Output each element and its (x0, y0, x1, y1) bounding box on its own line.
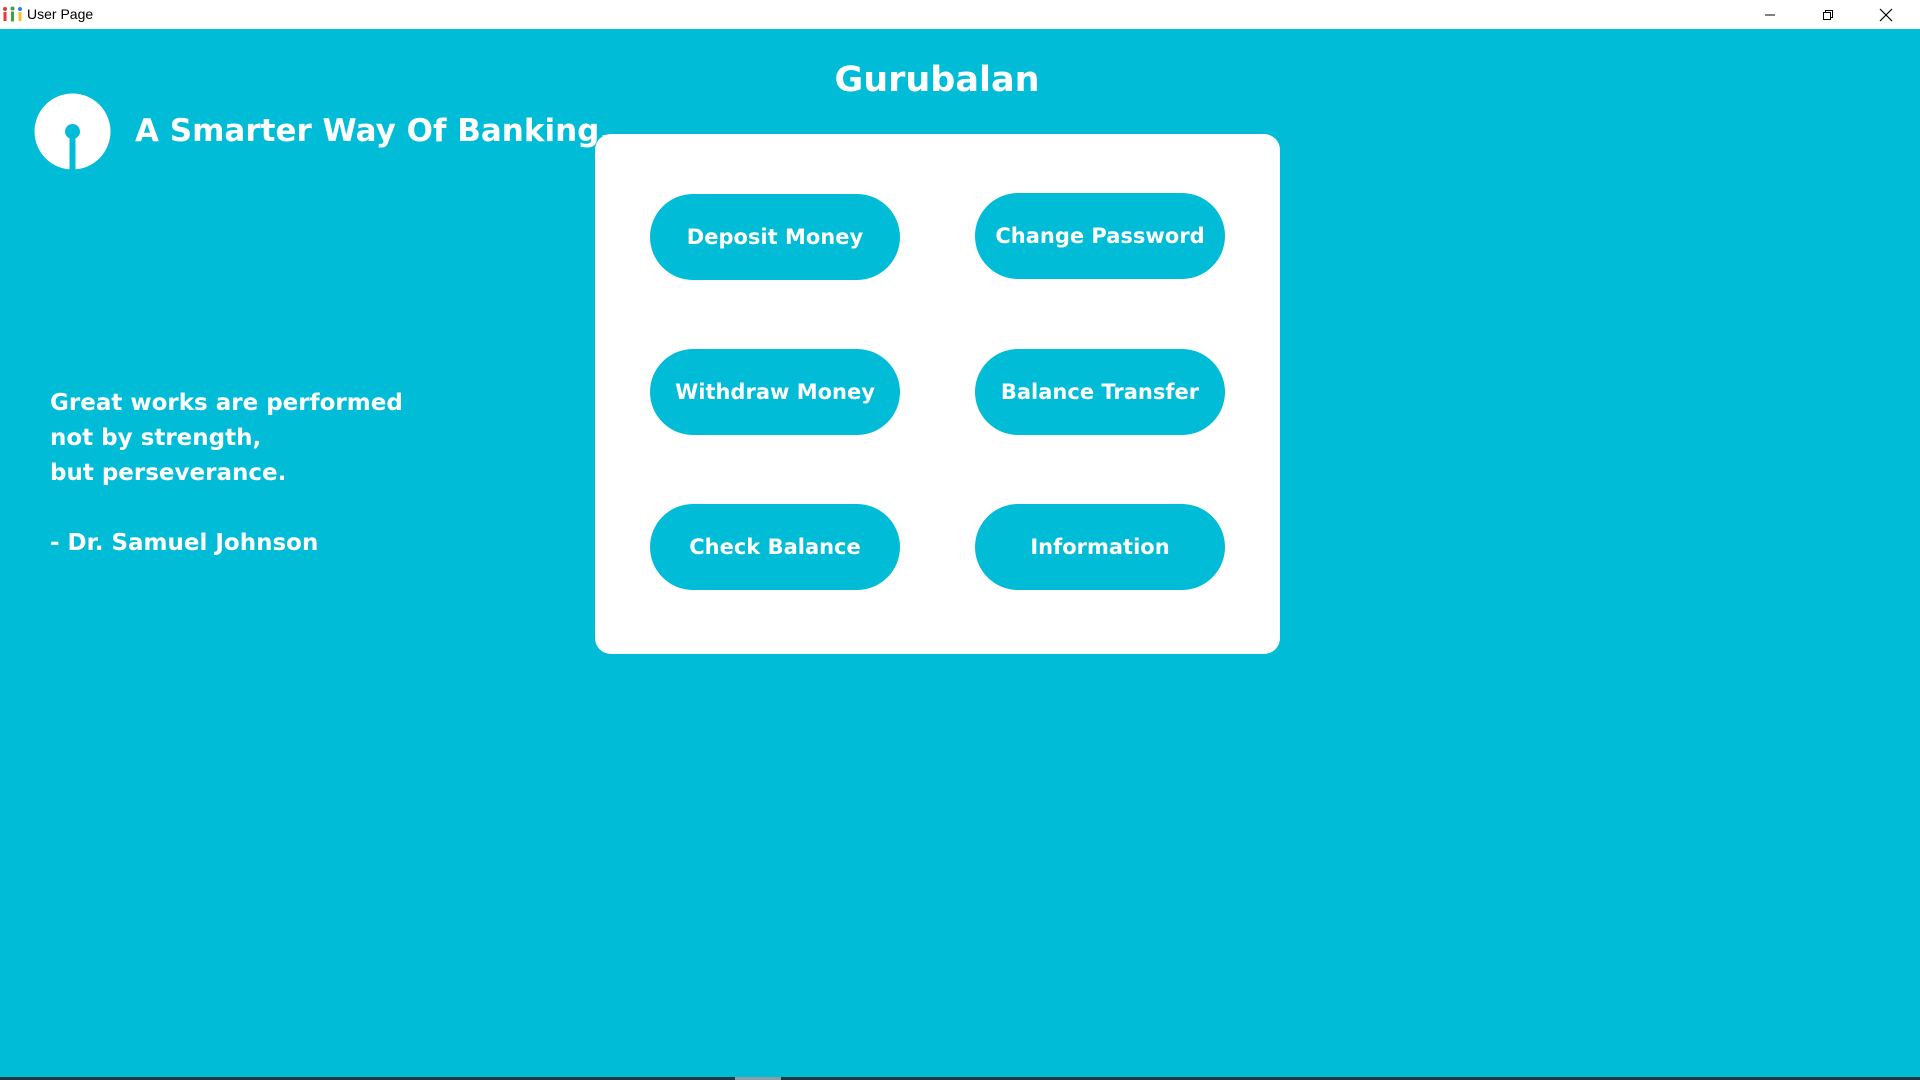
window-title: User Page (27, 6, 94, 22)
quote-line: not by strength, (50, 425, 262, 451)
quote-author: - Dr. Samuel Johnson (50, 530, 319, 556)
minimize-button[interactable] (1741, 0, 1799, 29)
quote-line: but perseverance. (50, 460, 287, 486)
user-name-heading: Gurubalan (834, 60, 1040, 100)
information-button[interactable]: Information (975, 504, 1225, 590)
people-chart-icon (3, 6, 22, 22)
deposit-money-button[interactable]: Deposit Money (650, 194, 900, 280)
close-button[interactable] (1857, 0, 1915, 29)
actions-card: Deposit Money Change Password Withdraw M… (595, 134, 1280, 654)
motivational-quote: Great works are performed not by strengt… (50, 386, 403, 561)
sbi-bank-logo (34, 93, 111, 170)
change-password-button[interactable]: Change Password (975, 193, 1225, 279)
brand-tagline: A Smarter Way Of Banking. (135, 113, 612, 149)
withdraw-money-button[interactable]: Withdraw Money (650, 349, 900, 435)
title-bar[interactable]: User Page (0, 0, 1920, 29)
restore-button[interactable] (1799, 0, 1857, 29)
check-balance-button[interactable]: Check Balance (650, 504, 900, 590)
balance-transfer-button[interactable]: Balance Transfer (975, 349, 1225, 435)
quote-line: Great works are performed (50, 390, 403, 416)
minimize-icon (1765, 14, 1775, 15)
close-icon (1879, 8, 1893, 21)
restore-icon (1823, 9, 1833, 20)
user-page-window: User Page A Smarter Way Of Banking. Guru… (0, 0, 1920, 1080)
